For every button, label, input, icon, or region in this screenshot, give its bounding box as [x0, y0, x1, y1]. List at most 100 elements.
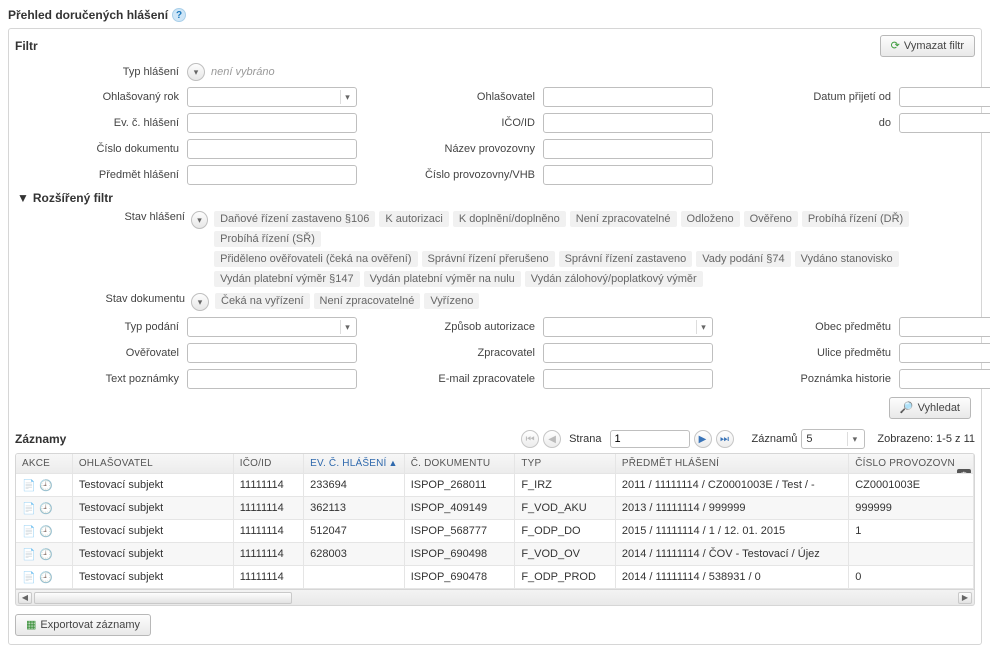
ohlasovatel-input[interactable] [543, 87, 713, 107]
history-icon[interactable]: 🕘 [39, 478, 53, 492]
stav-hlaseni-tag[interactable]: Daňové řízení zastaveno §106 [214, 211, 375, 227]
stav-hlaseni-tag[interactable]: Vydán zálohový/poplatkový výměr [525, 271, 703, 287]
cell-cdok: ISPOP_568777 [404, 520, 515, 543]
table-row[interactable]: 📄🕘Testovací subjekt11111114362113ISPOP_4… [16, 497, 974, 520]
table-row[interactable]: 📄🕘Testovací subjekt11111114512047ISPOP_5… [16, 520, 974, 543]
scroll-thumb[interactable] [34, 592, 292, 604]
help-icon[interactable]: ? [172, 8, 186, 22]
ohlasovany-rok-input[interactable] [187, 87, 357, 107]
cell-predmet: 2014 / 11111114 / ČOV - Testovací / Újez [615, 543, 848, 566]
stav-hlaseni-tag[interactable]: K doplnění/doplněno [453, 211, 566, 227]
datum-do-input[interactable] [899, 113, 990, 133]
page-input[interactable] [610, 430, 690, 448]
cell-cdok: ISPOP_268011 [404, 474, 515, 497]
typ-hlaseni-dropdown[interactable]: ▾ [187, 63, 205, 81]
stav-dokumentu-tag[interactable]: Čeká na vyřízení [215, 293, 310, 309]
export-button[interactable]: ▦ Exportovat záznamy [15, 614, 151, 636]
col-typ[interactable]: TYP [515, 454, 616, 474]
first-page-button[interactable]: ⏮ [521, 430, 539, 448]
stav-hlaseni-tag[interactable]: Probíhá řízení (SŘ) [214, 231, 321, 247]
last-page-button[interactable]: ⏭ [716, 430, 734, 448]
stav-hlaseni-tag[interactable]: Ověřeno [744, 211, 798, 227]
stav-hlaseni-tag[interactable]: Správní řízení zastaveno [559, 251, 693, 267]
columns-gear-icon[interactable]: ⚙ [957, 469, 971, 474]
stav-hlaseni-tag[interactable]: Vydán platební výměr na nulu [364, 271, 521, 287]
search-button[interactable]: 🔎 Vyhledat [889, 397, 971, 419]
col-cprov[interactable]: ČÍSLO PROVOZOVN⚙ [849, 454, 974, 474]
cislo-dokumentu-input[interactable] [187, 139, 357, 159]
cell-typ: F_VOD_OV [515, 543, 616, 566]
col-cdok[interactable]: Č. DOKUMENTU [404, 454, 515, 474]
advanced-filter-toggle[interactable]: ▼ Rozšířený filtr [17, 191, 975, 205]
scroll-right-button[interactable]: ▶ [958, 592, 972, 604]
records-per-page-value: 5 [806, 433, 812, 445]
datum-od-input[interactable] [899, 87, 990, 107]
col-ohlasovatel[interactable]: OHLAŠOVATEL [72, 454, 233, 474]
text-poznamky-input[interactable] [187, 369, 357, 389]
ulice-predmetu-input[interactable] [899, 343, 990, 363]
predmet-input[interactable] [187, 165, 357, 185]
zpusob-autorizace-input[interactable] [543, 317, 713, 337]
stav-dokumentu-tag[interactable]: Vyřízeno [424, 293, 479, 309]
stav-hlaseni-tag[interactable]: Přiděleno ověřovateli (čeká na ověření) [214, 251, 417, 267]
stav-dokumentu-dropdown[interactable]: ▾ [191, 293, 209, 311]
label-cislo-dokumentu: Číslo dokumentu [15, 143, 185, 155]
stav-hlaseni-dropdown[interactable]: ▾ [191, 211, 208, 229]
horizontal-scrollbar[interactable]: ◀ ▶ [15, 590, 975, 606]
email-zpracovatele-input[interactable] [543, 369, 713, 389]
document-icon[interactable]: 📄 [22, 501, 36, 515]
poznamka-historie-input[interactable] [899, 369, 990, 389]
cell-predmet: 2015 / 11111114 / 1 / 12. 01. 2015 [615, 520, 848, 543]
typ-podani-input[interactable] [187, 317, 357, 337]
document-icon[interactable]: 📄 [22, 478, 36, 492]
document-icon[interactable]: 📄 [22, 570, 36, 584]
table-row[interactable]: 📄🕘Testovací subjekt11111114ISPOP_690478F… [16, 566, 974, 589]
overovatel-input[interactable] [187, 343, 357, 363]
stav-hlaseni-tag[interactable]: Není zpracovatelné [570, 211, 677, 227]
history-icon[interactable]: 🕘 [39, 501, 53, 515]
obec-predmetu-input[interactable] [899, 317, 990, 337]
cell-predmet: 2013 / 11111114 / 999999 [615, 497, 848, 520]
history-icon[interactable]: 🕘 [39, 524, 53, 538]
col-ico[interactable]: IČO/ID [233, 454, 303, 474]
label-cislo-provozovny: Číslo provozovny/VHB [401, 169, 541, 181]
chevron-down-icon[interactable]: ▾ [696, 320, 710, 334]
zpracovatel-input[interactable] [543, 343, 713, 363]
history-icon[interactable]: 🕘 [39, 547, 53, 561]
evc-input[interactable] [187, 113, 357, 133]
clear-filter-button[interactable]: ⟳ Vymazat filtr [880, 35, 975, 57]
stav-hlaseni-tag[interactable]: Vydáno stanovisko [795, 251, 899, 267]
refresh-icon: ⟳ [891, 39, 900, 53]
document-icon[interactable]: 📄 [22, 547, 36, 561]
stav-hlaseni-tag[interactable]: K autorizaci [379, 211, 448, 227]
cell-ico: 11111114 [233, 474, 303, 497]
col-akce[interactable]: AKCE [16, 454, 72, 474]
stav-hlaseni-tag[interactable]: Vydán platební výměr §147 [214, 271, 360, 287]
document-icon[interactable]: 📄 [22, 524, 36, 538]
col-evc[interactable]: EV. Č. HLÁŠENÍ▲ [304, 454, 405, 474]
main-panel: Filtr ⟳ Vymazat filtr Typ hlášení ▾ není… [8, 28, 982, 645]
stav-dokumentu-tag[interactable]: Není zpracovatelné [314, 293, 421, 309]
prev-page-button[interactable]: ◀ [543, 430, 561, 448]
nazev-provozovny-input[interactable] [543, 139, 713, 159]
stav-hlaseni-tag[interactable]: Správní řízení přerušeno [422, 251, 555, 267]
history-icon[interactable]: 🕘 [39, 570, 53, 584]
label-text-poznamky: Text poznámky [15, 373, 185, 385]
stav-hlaseni-tag[interactable]: Odloženo [681, 211, 740, 227]
scroll-left-button[interactable]: ◀ [18, 592, 32, 604]
col-predmet[interactable]: PŘEDMĚT HLÁŠENÍ [615, 454, 848, 474]
table-row[interactable]: 📄🕘Testovací subjekt11111114628003ISPOP_6… [16, 543, 974, 566]
chevron-down-icon[interactable]: ▾ [340, 90, 354, 104]
records-per-page-select[interactable]: 5 ▾ [801, 429, 865, 449]
ico-input[interactable] [543, 113, 713, 133]
records-table: AKCE OHLAŠOVATEL IČO/ID EV. Č. HLÁŠENÍ▲ … [16, 454, 974, 589]
cell-evc: 512047 [304, 520, 405, 543]
next-page-button[interactable]: ▶ [694, 430, 712, 448]
stav-hlaseni-tag[interactable]: Vady podání §74 [696, 251, 790, 267]
table-row[interactable]: 📄🕘Testovací subjekt11111114233694ISPOP_2… [16, 474, 974, 497]
stav-hlaseni-tag[interactable]: Probíhá řízení (DŘ) [802, 211, 909, 227]
cell-typ: F_VOD_AKU [515, 497, 616, 520]
cell-cprov: 0 [849, 566, 974, 589]
cislo-provozovny-input[interactable] [543, 165, 713, 185]
chevron-down-icon[interactable]: ▾ [340, 320, 354, 334]
